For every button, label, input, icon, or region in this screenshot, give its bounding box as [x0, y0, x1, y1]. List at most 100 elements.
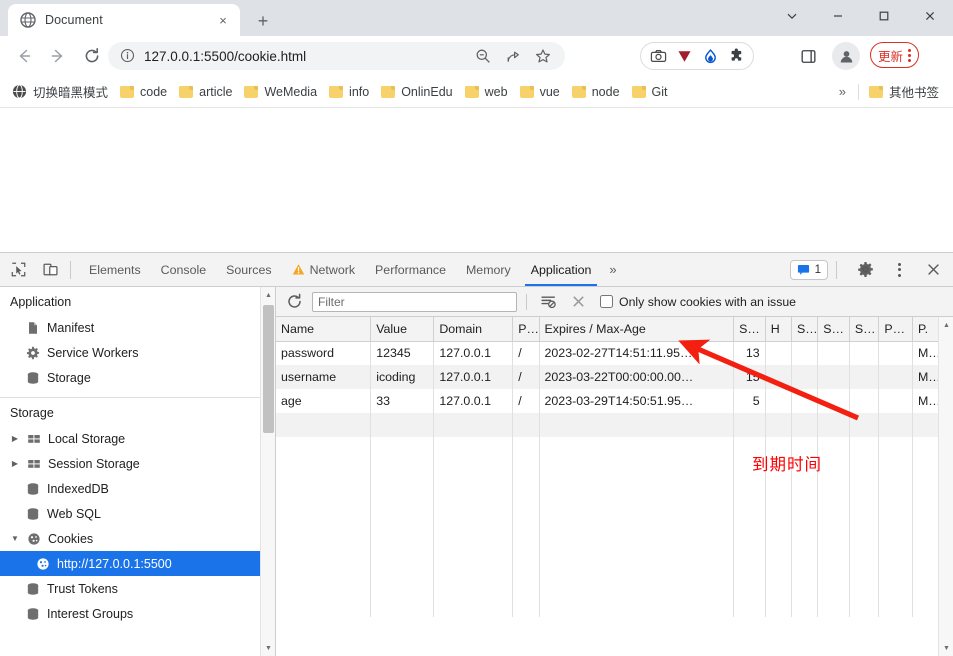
folder-icon: [381, 85, 396, 98]
bookmark-item-code[interactable]: code: [114, 80, 173, 104]
sidebar-scrollbar-thumb[interactable]: [263, 305, 274, 433]
more-options-icon[interactable]: [885, 257, 913, 283]
page-info-icon[interactable]: [120, 48, 136, 64]
tab-console[interactable]: Console: [151, 253, 216, 286]
expand-arrow-icon[interactable]: ▶: [10, 459, 20, 468]
device-toolbar-icon[interactable]: [36, 257, 64, 283]
cookies-table-container[interactable]: Name Value Domain P… Expires / Max-Age S…: [276, 317, 953, 656]
tab-memory[interactable]: Memory: [456, 253, 521, 286]
video-downloader-v-icon[interactable]: [673, 45, 695, 67]
zoom-out-icon[interactable]: [469, 42, 497, 70]
table-row[interactable]: age 33 127.0.0.1 / 2023-03-29T14:50:51.9…: [276, 389, 953, 413]
devtools-toolbar-actions: 1: [789, 257, 953, 283]
sidebar-item-trust-tokens[interactable]: Trust Tokens: [0, 576, 275, 601]
bookmark-item-article[interactable]: article: [173, 80, 238, 104]
bookmark-item-vue[interactable]: vue: [514, 80, 566, 104]
maximize-icon[interactable]: [861, 0, 907, 32]
column-header-path[interactable]: P…: [512, 317, 540, 342]
database-icon: [26, 607, 40, 621]
sidebar-item-cookies[interactable]: ▼ Cookies: [0, 526, 275, 551]
sidebar-item-local-storage[interactable]: ▶ Local Storage: [0, 426, 275, 451]
sidebar-item-cookie-origin[interactable]: http://127.0.0.1:5500: [0, 551, 275, 576]
sidebar-item-manifest[interactable]: Manifest: [0, 315, 275, 340]
cookies-filter-input[interactable]: [312, 291, 517, 312]
folder-icon: [244, 85, 259, 98]
column-header-size[interactable]: S…: [733, 317, 766, 342]
only-issues-checkbox-row[interactable]: Only show cookies with an issue: [600, 295, 796, 309]
bookmark-item-onlinedu[interactable]: OnlinEdu: [375, 80, 458, 104]
table-row[interactable]: password 12345 127.0.0.1 / 2023-02-27T14…: [276, 341, 953, 365]
tab-close-icon[interactable]: ×: [214, 11, 232, 29]
column-header-samepartition[interactable]: S…: [849, 317, 880, 342]
tab-application[interactable]: Application: [521, 253, 602, 286]
cookies-table-scrollbar[interactable]: ▲ ▼: [938, 317, 953, 656]
bookmark-item-info[interactable]: info: [323, 80, 375, 104]
sidebar-item-session-storage[interactable]: ▶ Session Storage: [0, 451, 275, 476]
cell-empty: [878, 413, 913, 437]
column-header-secure[interactable]: S…: [791, 317, 819, 342]
bookmark-star-icon[interactable]: [529, 42, 557, 70]
bookmarks-overflow-button[interactable]: »: [831, 84, 854, 99]
new-tab-button[interactable]: +: [250, 8, 276, 34]
column-header-name[interactable]: Name: [276, 317, 372, 342]
clear-filter-icon[interactable]: [536, 291, 560, 313]
table-row[interactable]: username icoding 127.0.0.1 / 2023-03-22T…: [276, 365, 953, 389]
clear-all-cookies-icon[interactable]: [566, 291, 590, 313]
column-header-httponly[interactable]: H: [765, 317, 793, 342]
sidebar-item-web-sql[interactable]: Web SQL: [0, 501, 275, 526]
browser-tab[interactable]: Document ×: [8, 4, 240, 36]
cell-empty: [817, 437, 850, 617]
scroll-down-icon[interactable]: ▼: [261, 640, 275, 656]
profile-avatar-icon[interactable]: [832, 42, 860, 70]
extensions-puzzle-icon[interactable]: [725, 45, 747, 67]
water-drop-icon[interactable]: [699, 45, 721, 67]
bookmark-item-node[interactable]: node: [566, 80, 626, 104]
devtools-more-tabs-button[interactable]: »: [601, 253, 624, 286]
bookmark-item-dark-mode[interactable]: 切换暗黑模式: [6, 80, 114, 104]
reload-button[interactable]: [78, 42, 106, 70]
tab-sources[interactable]: Sources: [216, 253, 281, 286]
column-header-domain[interactable]: Domain: [433, 317, 514, 342]
sidebar-item-interest-groups[interactable]: Interest Groups: [0, 601, 275, 626]
tab-performance[interactable]: Performance: [365, 253, 456, 286]
column-header-expires[interactable]: Expires / Max-Age: [539, 317, 735, 342]
gear-icon[interactable]: [851, 257, 879, 283]
tab-search-chevron-down-icon[interactable]: [769, 0, 815, 32]
sidebar-item-service-workers[interactable]: Service Workers: [0, 340, 275, 365]
bookmark-item-web[interactable]: web: [459, 80, 514, 104]
expand-arrow-icon[interactable]: ▶: [10, 434, 20, 443]
devtools-close-icon[interactable]: [919, 257, 947, 283]
column-header-value[interactable]: Value: [370, 317, 435, 342]
forward-button[interactable]: [44, 42, 72, 70]
tab-network[interactable]: Network: [282, 253, 365, 286]
column-header-partitionkey[interactable]: P…: [878, 317, 913, 342]
bookmarks-divider: [857, 83, 859, 100]
scroll-up-icon[interactable]: ▲: [939, 317, 953, 333]
cookies-toolbar: Only show cookies with an issue: [276, 287, 953, 317]
sidebar-item-storage[interactable]: Storage: [0, 365, 275, 390]
other-bookmarks-button[interactable]: 其他书签: [863, 80, 945, 104]
inspect-element-icon[interactable]: [4, 257, 32, 283]
address-bar[interactable]: 127.0.0.1:5500/cookie.html: [108, 42, 565, 70]
scroll-down-icon[interactable]: ▼: [939, 640, 953, 656]
share-icon[interactable]: [499, 42, 527, 70]
side-panel-icon[interactable]: [794, 42, 822, 70]
sidebar-scrollbar[interactable]: ▲ ▼: [260, 287, 275, 656]
column-header-samesite[interactable]: S…: [817, 317, 850, 342]
tab-strip: Document × +: [0, 0, 953, 36]
update-button[interactable]: 更新: [870, 42, 920, 68]
scroll-up-icon[interactable]: ▲: [261, 287, 275, 303]
window-close-icon[interactable]: [907, 0, 953, 32]
collapse-arrow-icon[interactable]: ▼: [10, 534, 20, 543]
minimize-icon[interactable]: [815, 0, 861, 32]
only-issues-checkbox[interactable]: [600, 295, 613, 308]
bookmark-item-wemedia[interactable]: WeMedia: [238, 80, 323, 104]
tab-elements[interactable]: Elements: [79, 253, 151, 286]
refresh-icon[interactable]: [282, 291, 306, 313]
sidebar-item-indexeddb[interactable]: IndexedDB: [0, 476, 275, 501]
back-button[interactable]: [10, 42, 38, 70]
message-count-badge[interactable]: 1: [789, 259, 828, 280]
chrome-menu-icon[interactable]: [908, 48, 912, 62]
bookmark-item-git[interactable]: Git: [626, 80, 674, 104]
screenshot-camera-icon[interactable]: [647, 45, 669, 67]
